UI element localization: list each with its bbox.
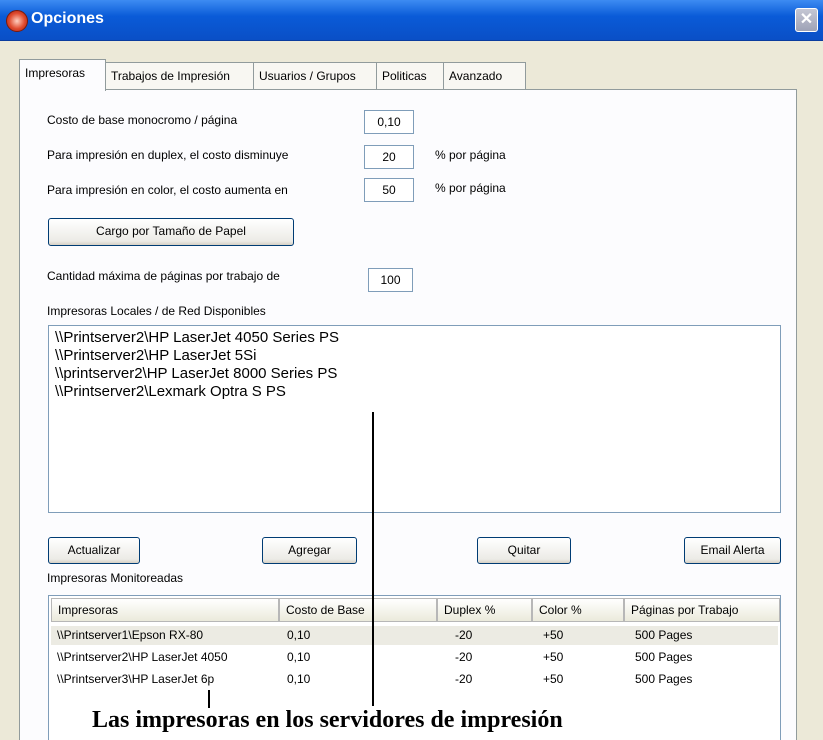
tab-avanzado[interactable]: Avanzado: [443, 62, 526, 90]
table-cell: +50: [543, 672, 564, 686]
table-cell: -20: [455, 628, 473, 642]
table-header: Impresoras Costo de Base Duplex % Color …: [51, 598, 780, 622]
list-item[interactable]: \\Printserver2\HP LaserJet 4050 Series P…: [55, 329, 780, 347]
table-cell: 500 Pages: [635, 672, 693, 686]
available-printers-label: Impresoras Locales / de Red Disponibles: [47, 304, 266, 318]
column-header[interactable]: Color %: [532, 598, 624, 622]
duplex-field[interactable]: 20: [364, 145, 414, 169]
table-cell: -20: [455, 650, 473, 664]
table-cell: +50: [543, 650, 564, 664]
annotation-tick: [208, 690, 210, 708]
list-item[interactable]: \\printserver2\HP LaserJet 8000 Series P…: [55, 365, 780, 383]
annotation-line: [372, 412, 374, 706]
table-cell: \\Printserver1\Epson RX-80: [57, 628, 204, 642]
email-alert-button[interactable]: Email Alerta: [684, 537, 781, 564]
window-title: Opciones: [31, 10, 104, 27]
refresh-button[interactable]: Actualizar: [48, 537, 140, 564]
annotation-caption: Las impresoras en los servidores de impr…: [92, 707, 563, 733]
table-row[interactable]: \\Printserver2\HP LaserJet 4050 0,10 -20…: [51, 648, 778, 667]
mono-cost-label: Costo de base monocromo / página: [47, 113, 238, 127]
column-header[interactable]: Páginas por Trabajo: [624, 598, 780, 622]
table-cell: 500 Pages: [635, 650, 693, 664]
available-printers-list[interactable]: \\Printserver2\HP LaserJet 4050 Series P…: [48, 325, 781, 513]
table-cell: 0,10: [287, 672, 311, 686]
close-button[interactable]: ✕: [795, 8, 818, 32]
tab-usuarios[interactable]: Usuarios / Grupos: [253, 62, 377, 90]
max-pages-label: Cantidad máxima de páginas por trabajo d…: [47, 269, 280, 283]
table-cell: 0,10: [287, 628, 311, 642]
remove-button[interactable]: Quitar: [477, 537, 571, 564]
color-label: Para impresión en color, el costo aument…: [47, 183, 288, 197]
color-field[interactable]: 50: [364, 178, 414, 202]
table-row[interactable]: \\Printserver3\HP LaserJet 6p 0,10 -20 +…: [51, 670, 778, 689]
monitored-printers-label: Impresoras Monitoreadas: [47, 571, 184, 585]
column-header[interactable]: Duplex %: [437, 598, 532, 622]
add-button[interactable]: Agregar: [262, 537, 357, 564]
duplex-unit: % por página: [435, 148, 506, 162]
table-cell: \\Printserver2\HP LaserJet 4050: [57, 650, 228, 664]
list-item[interactable]: \\Printserver2\Lexmark Optra S PS: [55, 383, 780, 401]
table-row[interactable]: \\Printserver1\Epson RX-80 0,10 -20 +50 …: [51, 626, 778, 645]
tab-trabajos[interactable]: Trabajos de Impresión: [105, 62, 254, 90]
table-cell: +50: [543, 628, 564, 642]
table-cell: \\Printserver3\HP LaserJet 6p: [57, 672, 215, 686]
list-item[interactable]: \\Printserver2\HP LaserJet 5Si: [55, 347, 780, 365]
mono-cost-field[interactable]: 0,10: [364, 110, 414, 134]
table-cell: 0,10: [287, 650, 311, 664]
paper-size-button[interactable]: Cargo por Tamaño de Papel: [48, 218, 294, 246]
column-header[interactable]: Impresoras: [51, 598, 279, 622]
max-pages-field[interactable]: 100: [368, 268, 413, 292]
options-dialog: Opciones ✕ Impresoras Trabajos de Impres…: [0, 0, 823, 740]
tab-impresoras[interactable]: Impresoras: [19, 59, 106, 91]
column-header[interactable]: Costo de Base: [279, 598, 437, 622]
table-cell: -20: [455, 672, 473, 686]
color-unit: % por página: [435, 181, 506, 195]
title-bar[interactable]: Opciones ✕: [0, 0, 823, 41]
duplex-label: Para impresión en duplex, el costo dismi…: [47, 148, 289, 162]
app-icon: [6, 10, 28, 32]
tab-politicas[interactable]: Politicas: [376, 62, 444, 90]
table-cell: 500 Pages: [635, 628, 693, 642]
